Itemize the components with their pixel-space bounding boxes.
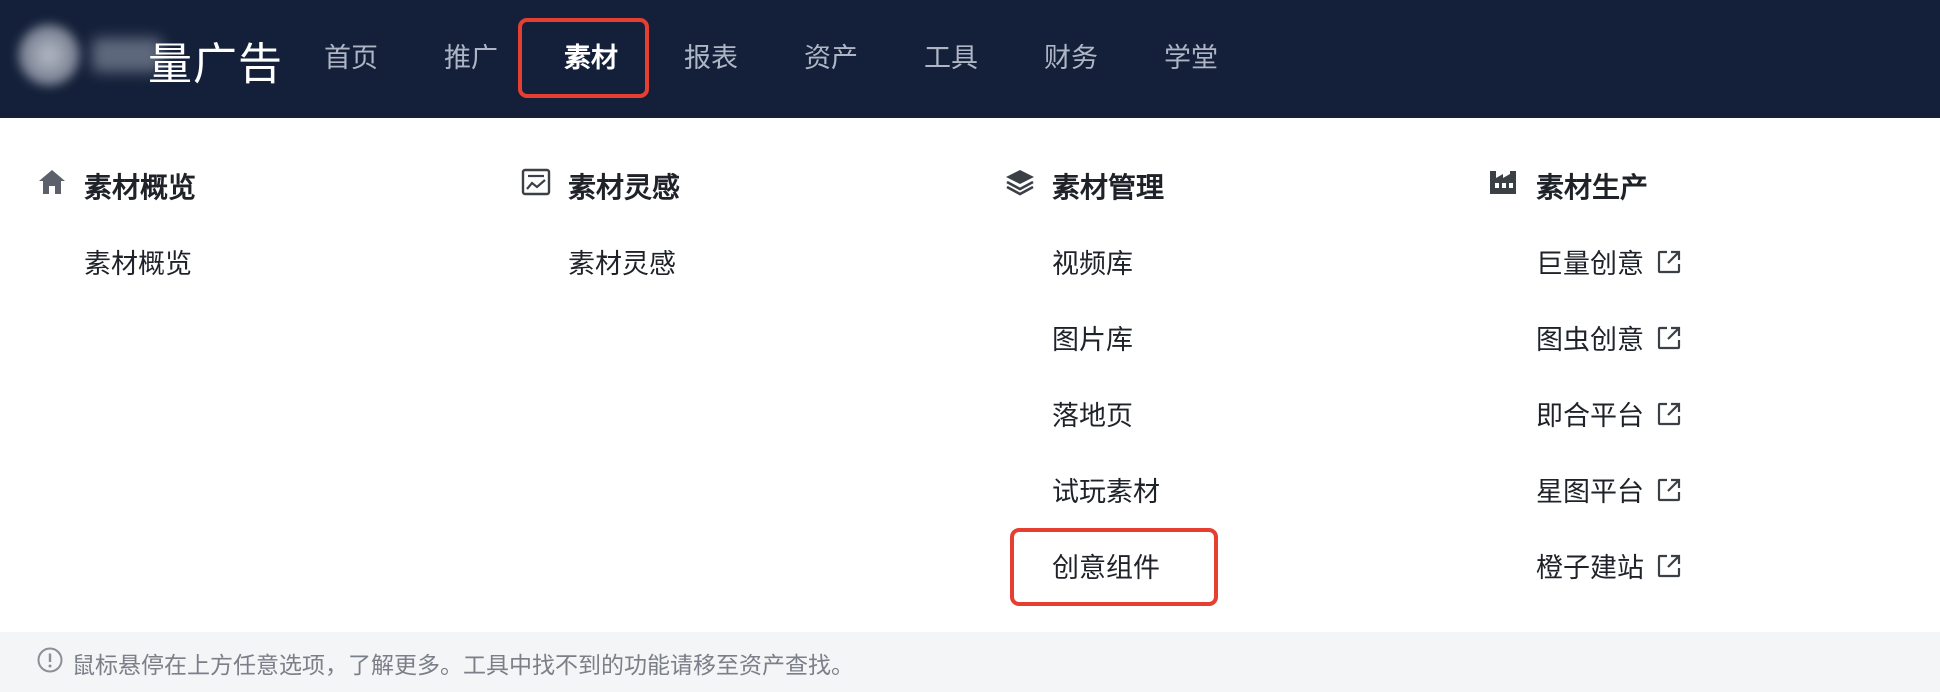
menu-item-jihe-platform[interactable]: 即合平台	[1536, 394, 1682, 433]
tip-text: 鼠标悬停在上方任意选项，了解更多。工具中找不到的功能请移至资产查找。	[72, 653, 854, 679]
info-icon	[37, 647, 63, 673]
menu-item-video-library[interactable]: 视频库	[1052, 242, 1133, 281]
menu-column-production: 素材生产 巨量创意 图虫创意 即合平台 星图平台 橙子建站	[1488, 158, 1940, 584]
nav-item-home[interactable]: 首页	[324, 36, 378, 75]
menu-item-label: 巨量创意	[1536, 249, 1644, 280]
menu-item-image-library[interactable]: 图片库	[1052, 318, 1133, 357]
menu-column-header: 素材生产	[1488, 158, 1940, 212]
menu-column-header: 素材灵感	[520, 158, 980, 212]
menu-item-playable-material[interactable]: 试玩素材	[1052, 470, 1160, 509]
brand-logo[interactable]: 量广告	[18, 20, 282, 90]
menu-item-oceanengine-creative[interactable]: 巨量创意	[1536, 242, 1682, 281]
external-link-icon	[1657, 250, 1681, 273]
nav-item-assets[interactable]: 资产	[804, 36, 858, 75]
menu-column-title: 素材管理	[1052, 171, 1165, 204]
menu-item-label: 即合平台	[1536, 401, 1644, 432]
nav-item-reports[interactable]: 报表	[684, 36, 738, 75]
top-navigation-bar: 量广告 首页 推广 素材 报表 资产 工具 财务 学堂	[0, 0, 1940, 118]
tip-bar: 鼠标悬停在上方任意选项，了解更多。工具中找不到的功能请移至资产查找。	[0, 632, 1940, 692]
menu-item-label: 图虫创意	[1536, 325, 1644, 356]
external-link-icon	[1657, 478, 1681, 501]
menu-item-xingtu-platform[interactable]: 星图平台	[1536, 470, 1682, 509]
menu-column-management: 素材管理 视频库 图片库 落地页 试玩素材 创意组件	[1004, 158, 1464, 584]
layers-icon	[1006, 170, 1034, 196]
nav-item-promotion[interactable]: 推广	[444, 36, 498, 75]
menu-column-header: 素材管理	[1004, 158, 1464, 212]
external-link-icon	[1657, 326, 1681, 349]
brand-text: 量广告	[148, 39, 283, 90]
menu-item-label: 橙子建站	[1536, 553, 1644, 584]
external-link-icon	[1657, 554, 1681, 577]
menu-column-title: 素材灵感	[568, 171, 681, 204]
nav-item-finance[interactable]: 财务	[1044, 36, 1098, 75]
external-link-icon	[1657, 402, 1681, 425]
menu-column-title: 素材生产	[1536, 171, 1649, 204]
menu-column-inspiration: 素材灵感 素材灵感	[520, 158, 980, 280]
menu-item-material-overview[interactable]: 素材概览	[84, 242, 192, 281]
active-nav-highlight-box	[518, 18, 649, 98]
menu-item-landing-page[interactable]: 落地页	[1052, 394, 1133, 433]
menu-column-title: 素材概览	[84, 171, 197, 204]
menu-item-chengzi-site-builder[interactable]: 橙子建站	[1536, 546, 1682, 585]
factory-icon	[1490, 171, 1516, 194]
menu-item-material-inspiration[interactable]: 素材灵感	[568, 242, 676, 281]
menu-column-overview: 素材概览 素材概览	[36, 158, 496, 280]
home-icon	[39, 170, 65, 194]
logo-mark-icon	[18, 24, 80, 86]
creative-components-highlight-box	[1010, 528, 1218, 606]
menu-item-tuchong-creative[interactable]: 图虫创意	[1536, 318, 1682, 357]
menu-column-header: 素材概览	[36, 158, 496, 212]
menu-item-label: 星图平台	[1536, 477, 1644, 508]
nav-item-academy[interactable]: 学堂	[1164, 36, 1218, 75]
nav-item-tools[interactable]: 工具	[924, 36, 978, 75]
image-chart-icon	[521, 168, 551, 196]
